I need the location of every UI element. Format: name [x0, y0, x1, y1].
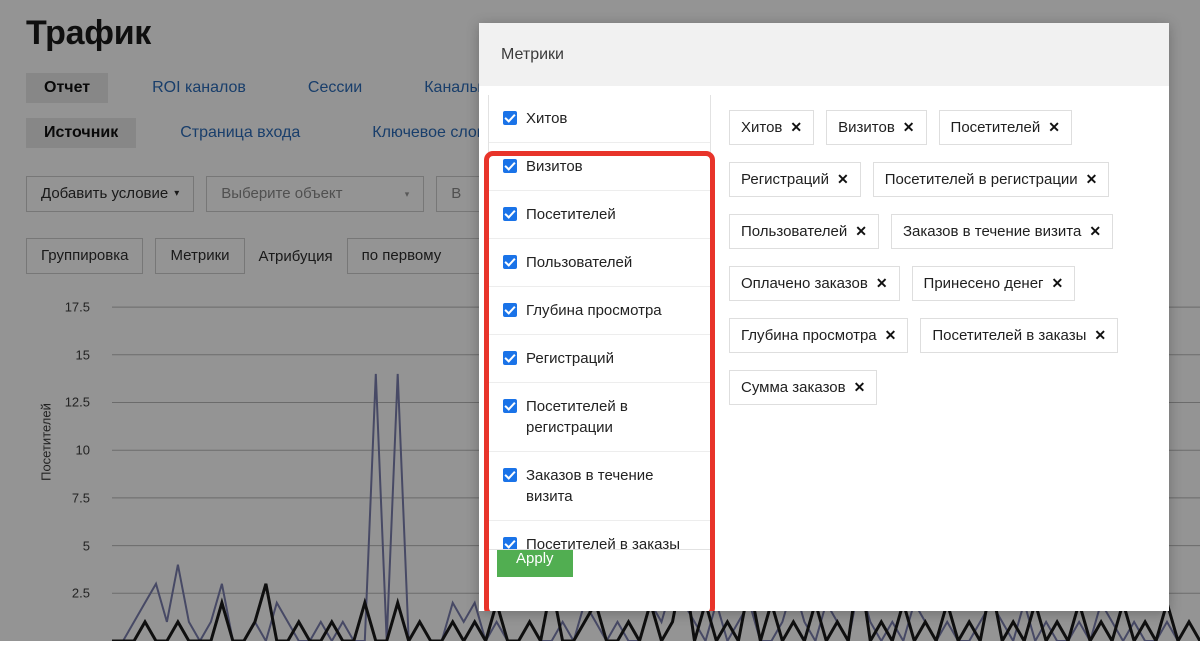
- metric-checkbox-row[interactable]: Заказов в течение визита: [489, 452, 710, 521]
- remove-tag-icon[interactable]: ✕: [876, 274, 888, 293]
- selected-metrics-tags: Хитов ✕ Визитов ✕ Посетителей ✕ Регистраций ✕ По…: [711, 86, 1169, 541]
- tab-label: ROI каналов: [152, 79, 246, 96]
- tab-label: Ключевое слово: [372, 124, 494, 141]
- tab-primary-1[interactable]: ROI каналов: [134, 73, 264, 103]
- metrics-checkbox-list[interactable]: Хитов Визитов Посетителей Пользователей Глуб…: [488, 95, 711, 550]
- attribution-value: по первому: [361, 247, 442, 264]
- secondary-tabs: Источник Страница входа Ключевое слово: [26, 118, 548, 148]
- metric-tag-label: Посетителей: [950, 119, 1041, 136]
- chevron-down-icon: ▾: [404, 189, 410, 200]
- metric-tag: Визитов ✕: [826, 110, 927, 145]
- remove-tag-icon[interactable]: ✕: [1089, 222, 1101, 241]
- metric-checkbox-row[interactable]: Посетителей в заказы: [489, 521, 710, 550]
- remove-tag-icon[interactable]: ✕: [1094, 326, 1106, 345]
- grouping-button[interactable]: Группировка: [26, 238, 144, 274]
- metric-tag: Глубина просмотра ✕: [729, 318, 909, 353]
- tab-label: Сессии: [307, 79, 363, 96]
- modal-title: Метрики: [501, 45, 564, 63]
- add-condition-label: Добавить условие: [41, 185, 169, 202]
- page-title: Трафик: [26, 14, 152, 52]
- metric-label: Визитов: [526, 158, 583, 175]
- add-condition-button[interactable]: Добавить условие ▾: [26, 176, 195, 213]
- metric-tag-label: Хитов: [741, 119, 783, 136]
- metric-label: Глубина просмотра: [526, 302, 662, 319]
- checkbox-checked-icon[interactable]: [503, 111, 517, 125]
- checkbox-checked-icon[interactable]: [503, 159, 517, 173]
- metric-tag-label: Глубина просмотра: [741, 327, 877, 344]
- remove-tag-icon[interactable]: ✕: [1052, 274, 1064, 293]
- modal-footer: Apply: [479, 541, 1169, 611]
- remove-tag-icon[interactable]: ✕: [903, 118, 915, 137]
- metric-tag-label: Визитов: [838, 119, 895, 136]
- remove-tag-icon[interactable]: ✕: [837, 170, 849, 189]
- checkbox-checked-icon[interactable]: [503, 351, 517, 365]
- metric-tag-label: Посетителей в заказы: [932, 327, 1087, 344]
- remove-tag-icon[interactable]: ✕: [1086, 170, 1098, 189]
- metric-checkbox-row[interactable]: Пользователей: [489, 239, 710, 287]
- checkbox-checked-icon[interactable]: [503, 468, 517, 482]
- tab-secondary-1[interactable]: Страница входа: [162, 118, 318, 148]
- metric-tag: Принесено денег ✕: [911, 266, 1076, 301]
- tab-label: Отчет: [44, 79, 91, 96]
- metric-checkbox-row[interactable]: Посетителей: [489, 191, 710, 239]
- primary-tabs: Отчет ROI каналов Сессии Каналы: [26, 73, 525, 103]
- checkbox-checked-icon[interactable]: [503, 255, 517, 269]
- metric-tag: Посетителей в регистрации ✕: [872, 162, 1110, 197]
- modal-header: Метрики: [479, 23, 1169, 86]
- metric-label: Посетителей в заказы: [526, 536, 680, 550]
- metric-tag-label: Пользователей: [741, 223, 848, 240]
- metric-tag-label: Принесено денег: [923, 275, 1044, 292]
- tab-label: Источник: [44, 124, 119, 141]
- metric-label: Пользователей: [526, 254, 633, 271]
- metric-label: Заказов в течение визита: [526, 467, 654, 505]
- metric-tag-label: Сумма заказов: [741, 379, 846, 396]
- tab-label: Каналы: [424, 79, 482, 96]
- chevron-down-icon: ▾: [174, 188, 180, 200]
- checkbox-checked-icon[interactable]: [503, 303, 517, 317]
- third-select-value: В: [451, 185, 462, 203]
- metric-tag: Сумма заказов ✕: [729, 370, 878, 405]
- metric-tag: Посетителей ✕: [938, 110, 1073, 145]
- metric-tag-label: Заказов в течение визита: [902, 223, 1082, 240]
- remove-tag-icon[interactable]: ✕: [855, 222, 867, 241]
- metric-checkbox-row[interactable]: Хитов: [489, 95, 710, 143]
- tab-primary-2[interactable]: Сессии: [290, 73, 380, 103]
- metrics-list-container: Хитов Визитов Посетителей Пользователей Глуб…: [479, 86, 711, 550]
- modal-body: Хитов Визитов Посетителей Пользователей Глуб…: [479, 86, 1169, 611]
- remove-tag-icon[interactable]: ✕: [885, 326, 897, 345]
- checkbox-checked-icon[interactable]: [503, 207, 517, 221]
- metric-tag: Хитов ✕: [729, 110, 815, 145]
- metric-tag-label: Регистраций: [741, 171, 829, 188]
- metric-tag: Заказов в течение визита ✕: [890, 214, 1114, 249]
- metric-label: Регистраций: [526, 350, 614, 367]
- metric-label: Посетителей: [526, 206, 616, 223]
- metric-checkbox-row[interactable]: Регистраций: [489, 335, 710, 383]
- metric-checkbox-row[interactable]: Посетителей в регистрации: [489, 383, 710, 452]
- metric-checkbox-row[interactable]: Визитов: [489, 143, 710, 191]
- metric-label: Посетителей в регистрации: [526, 398, 628, 436]
- metric-label: Хитов: [526, 110, 568, 127]
- tab-label: Страница входа: [180, 124, 301, 141]
- metric-tag: Пользователей ✕: [729, 214, 879, 249]
- remove-tag-icon[interactable]: ✕: [854, 378, 866, 397]
- metric-tag: Оплачено заказов ✕: [729, 266, 900, 301]
- object-select-value: Выберите объект: [221, 185, 343, 203]
- metrics-modal: Метрики Хитов Визитов Посетителей Пользоват…: [479, 23, 1169, 611]
- tab-secondary-0[interactable]: Источник: [26, 118, 137, 148]
- metric-tag-label: Посетителей в регистрации: [884, 171, 1078, 188]
- checkbox-checked-icon[interactable]: [503, 399, 517, 413]
- metrics-button[interactable]: Метрики: [155, 238, 245, 274]
- metric-tag-label: Оплачено заказов: [741, 275, 868, 292]
- tab-primary-0[interactable]: Отчет: [26, 73, 109, 103]
- metric-tag: Посетителей в заказы ✕: [920, 318, 1119, 353]
- metric-tag: Регистраций ✕: [729, 162, 861, 197]
- remove-tag-icon[interactable]: ✕: [790, 118, 802, 137]
- checkbox-checked-icon[interactable]: [503, 537, 517, 549]
- metric-checkbox-row[interactable]: Глубина просмотра: [489, 287, 710, 335]
- attribution-label: Атрибуция: [258, 247, 333, 265]
- object-select[interactable]: Выберите объект ▾: [206, 176, 425, 213]
- remove-tag-icon[interactable]: ✕: [1048, 118, 1060, 137]
